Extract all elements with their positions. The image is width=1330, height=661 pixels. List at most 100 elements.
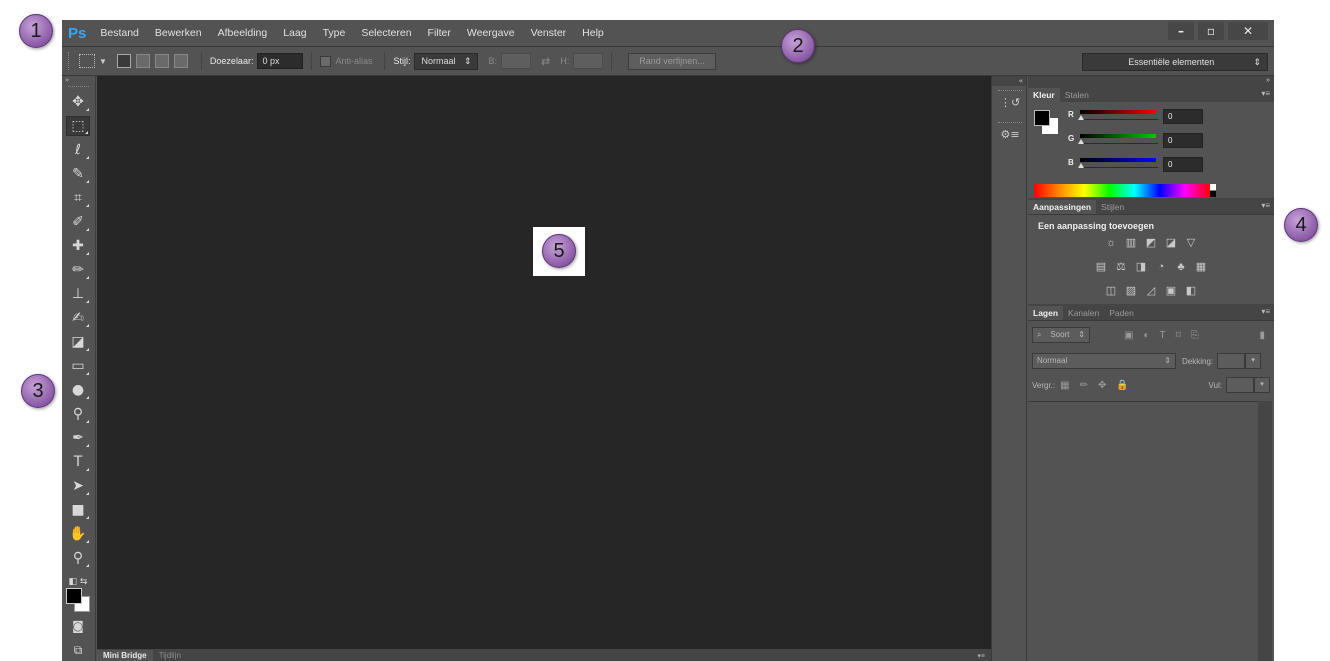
photo-filter-icon[interactable]: ◔ bbox=[1154, 261, 1168, 273]
new-selection-mode-icon[interactable] bbox=[116, 54, 131, 68]
color-spectrum[interactable] bbox=[1034, 184, 1210, 197]
selective-color-icon[interactable]: ◧ bbox=[1184, 285, 1198, 297]
swap-dimensions-icon[interactable]: ⇄ bbox=[541, 55, 550, 68]
add-selection-mode-icon[interactable] bbox=[135, 54, 150, 68]
slider-thumb[interactable] bbox=[1078, 163, 1084, 168]
history-panel-icon[interactable]: ⋮↺ bbox=[1000, 96, 1020, 114]
filter-pixel-icon[interactable]: ▣ bbox=[1124, 330, 1133, 341]
intersect-selection-mode-icon[interactable] bbox=[173, 54, 188, 68]
gradient-tool-icon[interactable]: ▭ bbox=[66, 356, 90, 376]
restore-button[interactable]: ▫ bbox=[1198, 22, 1224, 40]
color-lookup-icon[interactable]: ▦ bbox=[1194, 261, 1208, 273]
tab-kanalen[interactable]: Kanalen bbox=[1063, 306, 1104, 320]
foreground-color-swatch[interactable] bbox=[66, 588, 82, 604]
tools-grip[interactable] bbox=[68, 86, 89, 90]
brush-tool-icon[interactable]: ✏ bbox=[66, 260, 90, 280]
levels-icon[interactable]: ▥ bbox=[1124, 237, 1138, 249]
channel-mixer-icon[interactable]: ♣ bbox=[1174, 261, 1188, 273]
eraser-tool-icon[interactable]: ◪ bbox=[66, 332, 90, 352]
menu-bewerken[interactable]: Bewerken bbox=[155, 27, 202, 39]
panel-menu-icon[interactable]: ▾≡ bbox=[1261, 307, 1270, 316]
height-input[interactable] bbox=[573, 53, 604, 69]
quick-select-tool-icon[interactable]: ✎ bbox=[66, 164, 90, 184]
stamp-tool-icon[interactable]: ⊥ bbox=[66, 284, 90, 304]
collapse-panels-icon[interactable]: » bbox=[1028, 76, 1274, 86]
dock-grip[interactable] bbox=[998, 122, 1022, 123]
color-g-slider[interactable] bbox=[1080, 134, 1156, 138]
subtract-selection-mode-icon[interactable] bbox=[154, 54, 169, 68]
tab-tijdlijn[interactable]: Tijdlijn bbox=[153, 650, 187, 661]
pen-tool-icon[interactable]: ✒ bbox=[66, 428, 90, 448]
color-balance-icon[interactable]: ⚖ bbox=[1114, 261, 1128, 273]
curves-icon[interactable]: ◩ bbox=[1144, 237, 1158, 249]
blur-tool-icon[interactable]: ● bbox=[66, 380, 90, 400]
menu-laag[interactable]: Laag bbox=[283, 27, 306, 39]
opacity-dropdown-icon[interactable]: ▾ bbox=[1245, 353, 1262, 369]
tab-kleur[interactable]: Kleur bbox=[1028, 88, 1060, 102]
tool-preset-icon[interactable] bbox=[79, 54, 95, 68]
properties-panel-icon[interactable]: ⚙≡ bbox=[1000, 128, 1020, 146]
screen-mode-icon[interactable]: ⧉ bbox=[66, 640, 90, 660]
options-grip[interactable] bbox=[68, 52, 71, 70]
invert-icon[interactable]: ◫ bbox=[1104, 285, 1118, 297]
crop-tool-icon[interactable]: ⌗ bbox=[66, 188, 90, 208]
zoom-tool-icon[interactable]: ⚲ bbox=[66, 548, 90, 568]
gradient-map-icon[interactable]: ▣ bbox=[1164, 285, 1178, 297]
path-select-tool-icon[interactable]: ➤ bbox=[66, 476, 90, 496]
color-r-slider[interactable] bbox=[1080, 110, 1156, 114]
lock-all-icon[interactable]: 🔒 bbox=[1116, 380, 1128, 391]
menu-filter[interactable]: Filter bbox=[428, 27, 451, 39]
filter-type-icon[interactable]: T bbox=[1160, 330, 1166, 341]
eyedropper-tool-icon[interactable]: ✐ bbox=[66, 212, 90, 232]
tab-stalen[interactable]: Stalen bbox=[1060, 88, 1094, 102]
tab-mini-bridge[interactable]: Mini Bridge bbox=[97, 650, 153, 661]
minimize-button[interactable]: – bbox=[1168, 22, 1194, 40]
chevron-down-icon[interactable]: ▼ bbox=[99, 57, 107, 66]
menu-afbeelding[interactable]: Afbeelding bbox=[218, 27, 268, 39]
quick-mask-icon[interactable]: ◙ bbox=[66, 616, 90, 636]
layer-filter-select[interactable]: ⌕ Soort ⇕ bbox=[1032, 327, 1090, 343]
move-tool-icon[interactable]: ✥ bbox=[66, 92, 90, 112]
lock-image-icon[interactable]: ✏ bbox=[1080, 380, 1088, 391]
lasso-tool-icon[interactable]: ℓ bbox=[66, 140, 90, 160]
style-select[interactable]: Normaal ⇕ bbox=[414, 52, 479, 70]
menu-type[interactable]: Type bbox=[323, 27, 346, 39]
antialias-checkbox[interactable] bbox=[320, 55, 332, 67]
filter-adjustment-icon[interactable]: ◐ bbox=[1143, 330, 1149, 341]
vibrance-icon[interactable]: ▽ bbox=[1184, 237, 1198, 249]
color-b-slider[interactable] bbox=[1080, 158, 1156, 162]
healing-brush-tool-icon[interactable]: ✚ bbox=[66, 236, 90, 256]
tab-lagen[interactable]: Lagen bbox=[1028, 306, 1064, 320]
tab-stijlen[interactable]: Stijlen bbox=[1096, 200, 1129, 214]
dock-grip[interactable] bbox=[998, 90, 1022, 91]
tab-aanpassingen[interactable]: Aanpassingen bbox=[1028, 200, 1097, 214]
filter-smart-object-icon[interactable]: ⎘ bbox=[1191, 330, 1199, 341]
hue-saturation-icon[interactable]: ▤ bbox=[1094, 261, 1108, 273]
workspace-select[interactable]: Essentiële elementen ⇕ bbox=[1082, 53, 1268, 71]
document-canvas[interactable] bbox=[97, 76, 991, 649]
black-white-swatch[interactable] bbox=[1210, 184, 1216, 197]
panel-menu-icon[interactable]: ▾≡ bbox=[1261, 89, 1270, 98]
menu-weergave[interactable]: Weergave bbox=[467, 27, 515, 39]
posterize-icon[interactable]: ▨ bbox=[1124, 285, 1138, 297]
rectangle-tool-icon[interactable]: ■ bbox=[66, 500, 90, 520]
menu-selecteren[interactable]: Selecteren bbox=[361, 27, 411, 39]
layers-scrollbar[interactable] bbox=[1258, 401, 1272, 661]
color-r-value[interactable]: 0 bbox=[1163, 109, 1203, 124]
history-brush-tool-icon[interactable]: ✍ bbox=[66, 308, 90, 328]
fill-dropdown-icon[interactable]: ▾ bbox=[1254, 377, 1270, 393]
fill-input[interactable] bbox=[1226, 377, 1254, 393]
dodge-tool-icon[interactable]: ⚲ bbox=[66, 404, 90, 424]
layers-list[interactable] bbox=[1028, 401, 1258, 661]
slider-thumb[interactable] bbox=[1078, 115, 1084, 120]
menu-help[interactable]: Help bbox=[582, 27, 604, 39]
color-g-value[interactable]: 0 bbox=[1163, 133, 1203, 148]
hand-tool-icon[interactable]: ✋ bbox=[66, 524, 90, 544]
color-b-value[interactable]: 0 bbox=[1163, 157, 1203, 172]
feather-input[interactable]: 0 px bbox=[257, 53, 304, 69]
lock-position-icon[interactable]: ✥ bbox=[1098, 380, 1106, 391]
type-tool-icon[interactable]: T bbox=[66, 452, 90, 472]
slider-thumb[interactable] bbox=[1078, 139, 1084, 144]
collapse-dock-icon[interactable]: « bbox=[992, 76, 1026, 86]
panel-menu-icon[interactable]: ▾≡ bbox=[1261, 201, 1270, 210]
